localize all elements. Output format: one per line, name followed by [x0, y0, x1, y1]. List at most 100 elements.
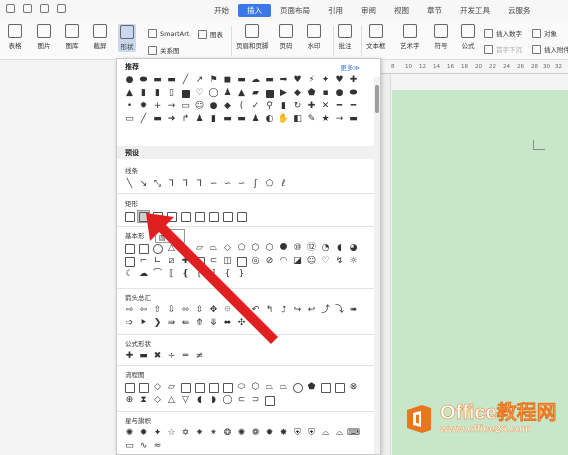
- up-callout-icon[interactable]: ⤊: [194, 318, 205, 329]
- plus-thin-icon[interactable]: +: [152, 101, 163, 112]
- person-icon[interactable]: ♟: [250, 114, 261, 125]
- data-icon[interactable]: ▱: [166, 382, 177, 393]
- pentagon-arrow-icon[interactable]: ⯈: [138, 318, 149, 329]
- chart-button[interactable]: 图表: [198, 29, 223, 39]
- watermark-button[interactable]: 水印: [307, 24, 321, 50]
- x-icon[interactable]: ✕: [320, 101, 331, 112]
- explosion-icon[interactable]: ✺: [124, 428, 135, 439]
- gallery-button[interactable]: 图库: [65, 24, 79, 50]
- merge-icon[interactable]: ▽: [180, 395, 191, 406]
- decision-icon[interactable]: ◇: [152, 382, 163, 393]
- triangle-icon[interactable]: △: [166, 243, 177, 254]
- curve-double-icon[interactable]: ∽: [236, 179, 247, 190]
- rectangle-icon[interactable]: [124, 211, 135, 222]
- curved-up-icon[interactable]: ⤴: [320, 305, 331, 316]
- rect-icon[interactable]: ▬: [152, 114, 163, 125]
- round-corner-icon[interactable]: [166, 211, 177, 222]
- circle-icon[interactable]: ●: [334, 88, 345, 99]
- can-icon[interactable]: ⊂: [208, 256, 219, 267]
- cross-icon[interactable]: ✚: [306, 101, 317, 112]
- chevron-icon[interactable]: ▶: [278, 88, 289, 99]
- snip-two-icon[interactable]: [180, 211, 191, 222]
- ribbon-up-icon[interactable]: ⛨: [292, 428, 303, 439]
- heart-icon[interactable]: ♥: [334, 75, 345, 86]
- polygon-icon[interactable]: ⬠: [264, 179, 275, 190]
- chord-icon[interactable]: ◖: [334, 243, 345, 254]
- clip-icon[interactable]: ▮: [208, 114, 219, 125]
- star5-icon[interactable]: ☆: [166, 428, 177, 439]
- ribbon-down-icon[interactable]: ⛨: [306, 428, 317, 439]
- square-icon[interactable]: [180, 88, 191, 99]
- elbow-icon[interactable]: ⅂: [166, 179, 177, 190]
- rounded-square-icon[interactable]: ▪: [320, 88, 331, 99]
- vertical-ruler[interactable]: [381, 74, 391, 455]
- document-icon[interactable]: [208, 382, 219, 393]
- down-arrow-icon[interactable]: ⇩: [166, 305, 177, 316]
- tab-page-layout[interactable]: 页面布局: [271, 4, 319, 17]
- minus-icon[interactable]: ━: [334, 101, 345, 112]
- bars-icon[interactable]: ▮: [138, 88, 149, 99]
- predefined-icon[interactable]: [180, 382, 191, 393]
- down-callout-icon[interactable]: ⤋: [208, 318, 219, 329]
- curve-icon[interactable]: ∽: [208, 179, 219, 190]
- star16-icon[interactable]: ❁: [250, 428, 261, 439]
- scrollbar-thumb[interactable]: [375, 85, 379, 113]
- block-icon[interactable]: ▮: [278, 101, 289, 112]
- right-arrow-icon[interactable]: →: [166, 101, 177, 112]
- bevel-icon[interactable]: [236, 256, 247, 267]
- ring-icon[interactable]: ◯: [208, 88, 219, 99]
- moon-icon[interactable]: ☾: [124, 269, 135, 280]
- bent-arrow-icon[interactable]: ↱: [236, 305, 247, 316]
- cube-icon[interactable]: ◧: [292, 114, 303, 125]
- diamond-icon[interactable]: ◆: [222, 101, 233, 112]
- rounded-rect-icon[interactable]: ▬: [236, 75, 247, 86]
- curve-arrow-icon[interactable]: ∽: [222, 179, 233, 190]
- trapezoid-icon[interactable]: ⏢: [208, 243, 219, 254]
- heart-icon[interactable]: ♡: [320, 256, 331, 267]
- right-brace-icon[interactable]: }: [236, 269, 247, 280]
- right-callout-icon[interactable]: ⇛: [166, 318, 177, 329]
- turn-arrow-icon[interactable]: ↱: [180, 114, 191, 125]
- oval-shape-icon[interactable]: [152, 243, 163, 254]
- frame-icon[interactable]: [124, 256, 135, 267]
- parallelogram-icon[interactable]: ▰: [250, 88, 261, 99]
- no-symbol-icon[interactable]: ⊘: [264, 256, 275, 267]
- dodecagon-icon[interactable]: ⑫: [306, 243, 317, 254]
- cone-icon[interactable]: ▲: [236, 88, 247, 99]
- drum-icon[interactable]: ▮: [152, 88, 163, 99]
- more-link[interactable]: 更多≫: [340, 62, 360, 72]
- manual-input-icon[interactable]: ⏢: [264, 382, 275, 393]
- print-icon[interactable]: [6, 4, 15, 13]
- wordart-button[interactable]: 艺术字: [400, 24, 420, 50]
- flag-icon[interactable]: ⚑: [208, 75, 219, 86]
- up-arrow-icon[interactable]: ⇧: [152, 305, 163, 316]
- hand-icon[interactable]: ✋: [278, 114, 289, 125]
- punched-tape-icon[interactable]: [334, 382, 345, 393]
- cloud-icon[interactable]: ☁: [250, 75, 261, 86]
- star4-icon[interactable]: ✦: [152, 428, 163, 439]
- header-footer-button[interactable]: 页眉和页脚: [236, 24, 269, 50]
- delay-icon[interactable]: ◗: [208, 395, 219, 406]
- summing-icon[interactable]: ⊗: [348, 382, 359, 393]
- line-icon[interactable]: ╲: [124, 179, 135, 190]
- object-button[interactable]: 对象: [532, 28, 557, 38]
- right-triangle-icon[interactable]: ◺: [180, 243, 191, 254]
- smiley-icon[interactable]: ☺: [306, 256, 317, 267]
- rect-icon[interactable]: ▬: [264, 75, 275, 86]
- left-brace-icon[interactable]: {: [222, 269, 233, 280]
- folded-corner-icon[interactable]: ◪: [292, 256, 303, 267]
- arrow-icon[interactable]: ↗: [194, 75, 205, 86]
- heptagon-icon[interactable]: ⬡: [264, 243, 275, 254]
- frame-rect-icon[interactable]: [236, 211, 247, 222]
- sun-icon[interactable]: ✹: [138, 101, 149, 112]
- divide-icon[interactable]: ÷: [166, 351, 177, 362]
- round-two-icon[interactable]: [194, 211, 205, 222]
- pill-icon[interactable]: ▬: [152, 75, 163, 86]
- lightning-icon[interactable]: ↯: [334, 256, 345, 267]
- star-icon[interactable]: ★: [320, 114, 331, 125]
- hexagon-icon[interactable]: ⬡: [250, 243, 261, 254]
- double-brace-icon[interactable]: ❴: [180, 269, 191, 280]
- collate-icon[interactable]: ⧗: [138, 395, 149, 406]
- tab-home[interactable]: 开始: [205, 4, 238, 17]
- star7-icon[interactable]: ✷: [194, 428, 205, 439]
